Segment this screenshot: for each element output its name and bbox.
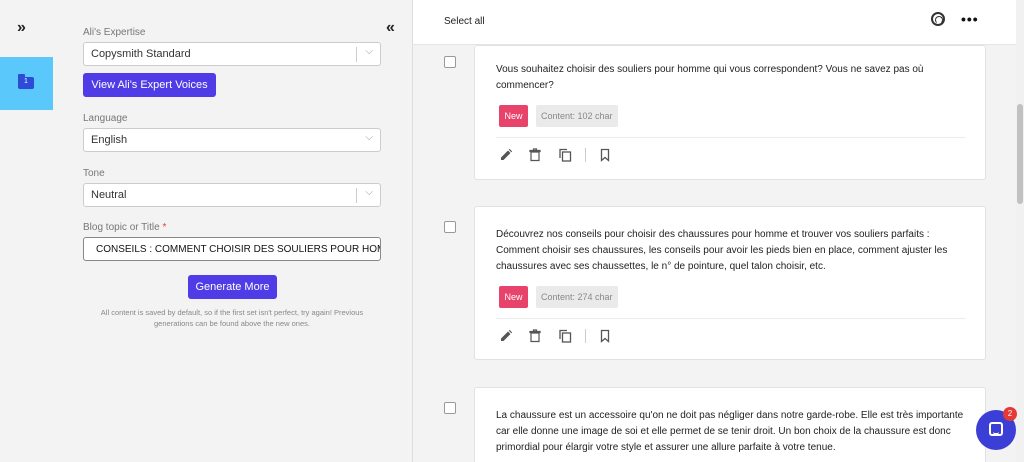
language-select[interactable]: English ⌵ xyxy=(83,128,381,152)
card-divider xyxy=(496,137,966,138)
topic-label-text: Blog topic or Title xyxy=(83,222,160,233)
generate-more-button[interactable]: Generate More xyxy=(188,275,277,299)
delete-icon[interactable] xyxy=(528,329,542,343)
scrollbar-thumb[interactable] xyxy=(1017,104,1023,204)
char-count-badge: Content: 102 char xyxy=(536,105,618,127)
tone-select[interactable]: Neutral ⌵ xyxy=(83,183,381,207)
generation-form: « Ali's Expertise Copysmith Standard ⌵ V… xyxy=(53,0,412,462)
action-separator xyxy=(585,148,586,162)
bookmark-icon[interactable] xyxy=(598,329,612,343)
select-separator xyxy=(356,188,357,203)
language-label: Language xyxy=(83,113,128,124)
collapse-panel-icon[interactable]: « xyxy=(386,19,395,37)
chevron-down-icon: ⌵ xyxy=(365,46,373,57)
new-badge: New xyxy=(499,286,528,308)
save-note: All content is saved by default, so if t… xyxy=(100,308,364,328)
expand-sidebar-icon[interactable]: » xyxy=(17,19,26,37)
folder-badge: 1 xyxy=(24,78,28,85)
folder-icon[interactable]: 1 xyxy=(18,74,34,89)
delete-icon[interactable] xyxy=(528,148,542,162)
topic-input[interactable]: CONSEILS : COMMENT CHOISIR DES SOULIERS … xyxy=(83,237,381,261)
copy-icon[interactable] xyxy=(558,329,572,343)
copy-icon[interactable] xyxy=(558,148,572,162)
fingerprint-icon[interactable] xyxy=(931,12,945,26)
tone-value: Neutral xyxy=(91,189,127,201)
new-badge: New xyxy=(499,105,528,127)
view-expert-voices-button[interactable]: View Ali's Expert Voices xyxy=(83,73,216,97)
expertise-value: Copysmith Standard xyxy=(91,48,191,60)
result-card: La chaussure est un accessoire qu'on ne … xyxy=(474,387,986,462)
expertise-label: Ali's Expertise xyxy=(83,27,146,38)
select-separator xyxy=(356,47,357,62)
chevron-down-icon: ⌵ xyxy=(365,187,373,198)
result-card: Découvrez nos conseils pour choisir des … xyxy=(474,206,986,360)
edit-icon[interactable] xyxy=(499,329,513,343)
result-text: Découvrez nos conseils pour choisir des … xyxy=(496,229,948,272)
result-checkbox[interactable] xyxy=(444,56,456,68)
chevron-down-icon: ⌵ xyxy=(365,132,373,143)
bookmark-icon[interactable] xyxy=(598,148,612,162)
required-mark: * xyxy=(162,222,167,233)
action-separator xyxy=(585,329,586,343)
result-checkbox[interactable] xyxy=(444,402,456,414)
select-all-button[interactable]: Select all xyxy=(444,16,485,27)
scrollbar[interactable] xyxy=(1016,0,1024,462)
result-text: Vous souhaitez choisir des souliers pour… xyxy=(496,64,924,91)
result-card: Vous souhaitez choisir des souliers pour… xyxy=(474,45,986,180)
char-count-badge: Content: 274 char xyxy=(536,286,618,308)
topic-label: Blog topic or Title * xyxy=(83,222,166,233)
card-divider xyxy=(496,318,966,319)
chat-icon xyxy=(989,422,1003,436)
language-value: English xyxy=(91,134,128,146)
result-checkbox[interactable] xyxy=(444,221,456,233)
tone-label: Tone xyxy=(83,168,105,179)
edit-icon[interactable] xyxy=(499,148,513,162)
chat-launcher-button[interactable]: 2 xyxy=(976,407,1017,450)
results-toolbar: Select all ••• xyxy=(413,0,1016,45)
more-icon[interactable]: ••• xyxy=(961,11,979,27)
result-text: La chaussure est un accessoire qu'on ne … xyxy=(496,410,964,453)
expertise-select[interactable]: Copysmith Standard ⌵ xyxy=(83,42,381,66)
unread-count-badge: 2 xyxy=(1003,407,1017,421)
results-panel: Select all ••• Vous souhaitez choisir de… xyxy=(413,0,1024,462)
left-rail: » 1 xyxy=(0,0,53,462)
